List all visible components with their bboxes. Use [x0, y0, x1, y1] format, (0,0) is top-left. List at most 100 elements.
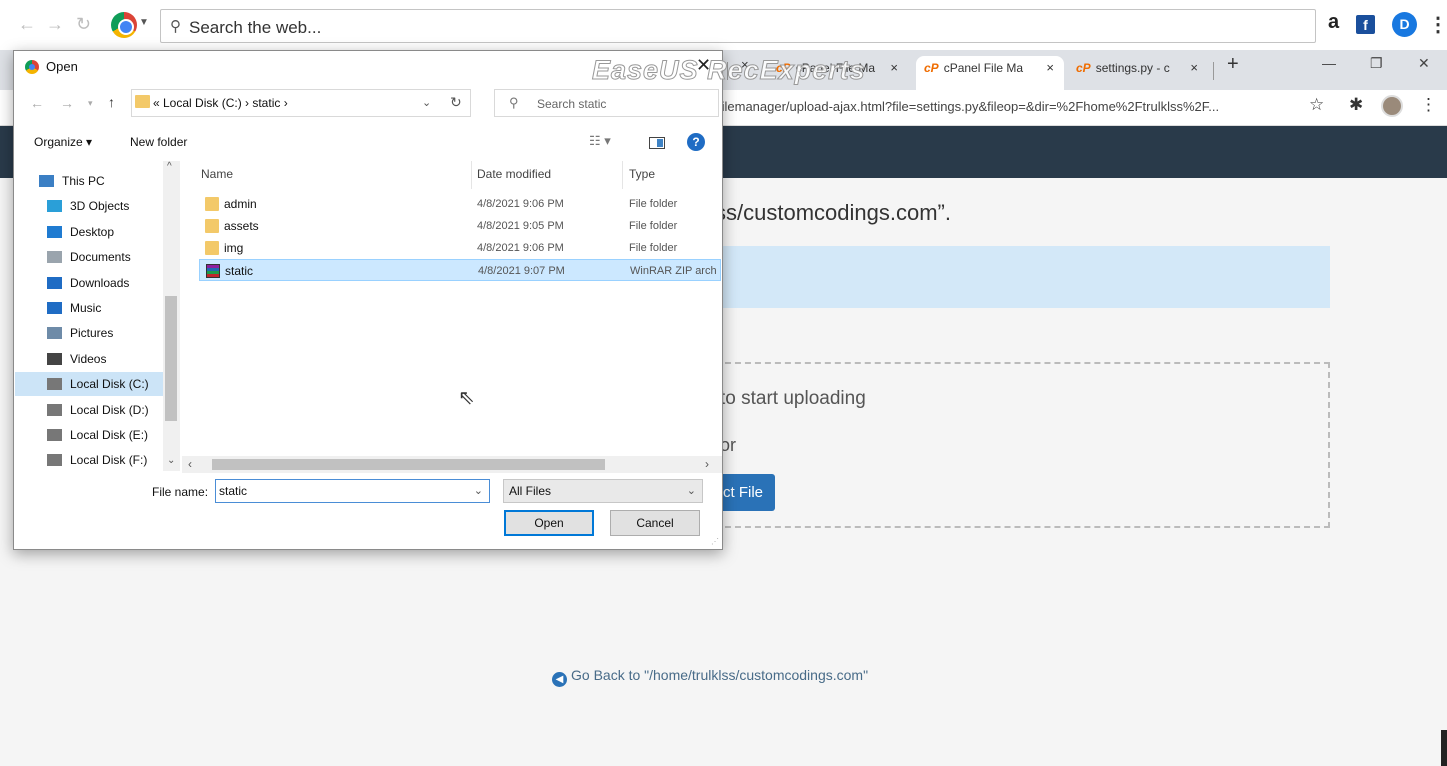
scroll-thumb[interactable]: [165, 296, 177, 421]
up-arrow-icon[interactable]: ↑: [108, 94, 115, 110]
file-type-select[interactable]: All Files ⌄: [503, 479, 703, 503]
file-row[interactable]: assets 4/8/2021 9:05 PM File folder: [199, 215, 721, 237]
desktop-icon: [47, 225, 62, 238]
file-date: 4/8/2021 9:05 PM: [477, 220, 564, 232]
window-close-icon[interactable]: ✕: [1418, 55, 1430, 72]
extensions-puzzle-icon[interactable]: ✱: [1349, 95, 1363, 115]
browser-menu-icon[interactable]: ⋮: [1420, 95, 1437, 115]
recent-chevron-icon[interactable]: ▾: [88, 98, 93, 109]
scroll-thumb[interactable]: [212, 459, 605, 470]
preview-pane-icon[interactable]: [649, 137, 665, 149]
sidebar-item-label: Local Disk (C:): [70, 377, 149, 392]
web-search-box[interactable]: ⚲ Search the web...: [160, 9, 1316, 43]
pictures-icon: [47, 327, 62, 340]
back-arrow-icon[interactable]: ←: [30, 95, 44, 111]
close-icon[interactable]: ×: [1046, 56, 1054, 80]
search-placeholder: Search static: [537, 97, 607, 111]
toolbar-menu-icon[interactable]: ⋮: [1428, 12, 1447, 37]
breadcrumb[interactable]: « Local Disk (C:) › static › ⌄ ↻: [131, 89, 471, 117]
sidebar-item[interactable]: Videos: [15, 347, 163, 371]
chevron-down-icon[interactable]: ⌄: [422, 96, 431, 109]
sidebar-item-label: Videos: [70, 351, 107, 366]
sidebar-item[interactable]: Documents: [15, 245, 163, 269]
scroll-right-icon[interactable]: ›: [705, 457, 709, 471]
sidebar-item[interactable]: This PC: [15, 169, 163, 193]
file-row[interactable]: admin 4/8/2021 9:06 PM File folder: [199, 193, 721, 215]
nav-scrollbar[interactable]: ^ ⌄: [163, 161, 180, 471]
file-name-field[interactable]: static ⌄: [215, 479, 490, 503]
mouse-cursor-icon: ⇖: [458, 387, 475, 409]
address-url[interactable]: filemanager/upload-ajax.html?file=settin…: [718, 99, 1219, 114]
search-input[interactable]: ⚲ Search static: [494, 89, 719, 117]
videos-icon: [47, 352, 62, 365]
sidebar-item[interactable]: Local Disk (D:): [15, 398, 163, 422]
tab-settings[interactable]: cP settings.py - c ×: [1068, 56, 1208, 90]
sidebar-item[interactable]: Local Disk (F:): [15, 448, 163, 472]
winrar-icon: [206, 264, 220, 278]
breadcrumb-path[interactable]: « Local Disk (C:) › static ›: [153, 96, 288, 110]
file-row[interactable]: static 4/8/2021 9:07 PM WinRAR ZIP arch: [199, 259, 721, 281]
chevron-down-icon[interactable]: ⌄: [687, 484, 696, 497]
minimize-icon[interactable]: —: [1322, 55, 1336, 71]
sidebar-item[interactable]: 3D Objects: [15, 194, 163, 218]
music-icon: [47, 302, 62, 314]
dialog-nav-bar: ← → ▾ ↑ « Local Disk (C:) › static › ⌄ ↻…: [14, 83, 722, 123]
horizontal-scrollbar[interactable]: ‹ ›: [182, 456, 722, 473]
column-header-name[interactable]: Name: [201, 167, 233, 181]
folder-icon: [205, 241, 219, 255]
amazon-extension-icon[interactable]: a: [1328, 11, 1339, 34]
tab-label: settings.py - c: [1095, 61, 1170, 75]
sidebar-item[interactable]: Desktop: [15, 220, 163, 244]
forward-arrow-icon[interactable]: →: [60, 95, 74, 111]
open-button[interactable]: Open: [504, 510, 594, 536]
help-icon[interactable]: ?: [687, 133, 705, 151]
sidebar-item[interactable]: Pictures: [15, 321, 163, 345]
sidebar-item[interactable]: Local Disk (E:): [15, 423, 163, 447]
forward-arrow-icon[interactable]: →: [46, 14, 64, 35]
resize-grip-icon[interactable]: ⋰: [711, 537, 719, 546]
cpanel-icon: cP: [1076, 61, 1091, 75]
column-separator[interactable]: [471, 161, 472, 189]
browser-toolbar: ← → ↻ ▼ ⚲ Search the web... a f D ⋮: [0, 0, 1447, 50]
d-extension-icon[interactable]: D: [1392, 12, 1417, 37]
organize-button[interactable]: Organize ▾: [34, 135, 92, 149]
sidebar-item[interactable]: Music: [15, 296, 163, 320]
go-back-link[interactable]: ◀ Go Back to "/home/trulklss/customcoding…: [552, 667, 868, 687]
profile-avatar[interactable]: [1381, 95, 1403, 117]
tab-cpanel-2[interactable]: cP cPanel File Ma ×: [916, 56, 1064, 90]
sidebar-item[interactable]: Downloads: [15, 271, 163, 295]
new-folder-button[interactable]: New folder: [130, 135, 187, 149]
view-options-icon[interactable]: ☷ ▾: [589, 133, 611, 149]
chevron-down-icon[interactable]: ▼: [139, 17, 149, 28]
sidebar-item[interactable]: Local Disk (C:): [15, 372, 163, 397]
file-row[interactable]: img 4/8/2021 9:06 PM File folder: [199, 237, 721, 259]
search-icon: ⚲: [509, 95, 519, 110]
close-icon[interactable]: ×: [1190, 56, 1198, 80]
back-arrow-icon[interactable]: ←: [18, 14, 36, 35]
scroll-left-icon[interactable]: ‹: [188, 457, 192, 471]
upload-heading: ss/customcodings.com”.: [715, 200, 951, 225]
file-date: 4/8/2021 9:07 PM: [478, 265, 565, 277]
new-tab-button[interactable]: +: [1227, 53, 1239, 76]
file-name-value: static: [219, 484, 248, 498]
upload-dropzone[interactable]: [715, 362, 1330, 528]
dialog-toolbar: Organize ▾ New folder ☷ ▾ ?: [14, 131, 722, 155]
scroll-down-icon[interactable]: ⌄: [167, 455, 175, 466]
scroll-up-icon[interactable]: ^: [167, 161, 172, 172]
drive-icon: [47, 429, 62, 441]
sidebar-item-label: Local Disk (E:): [70, 428, 149, 442]
column-header-type[interactable]: Type: [629, 167, 655, 181]
close-icon[interactable]: ×: [890, 56, 898, 80]
chrome-logo-icon[interactable]: [111, 12, 137, 38]
column-header-date[interactable]: Date modified: [477, 167, 551, 181]
refresh-icon[interactable]: ↻: [450, 94, 462, 111]
reload-icon[interactable]: ↻: [76, 14, 91, 35]
column-separator[interactable]: [622, 161, 623, 189]
facebook-extension-icon[interactable]: f: [1356, 15, 1375, 34]
chevron-down-icon[interactable]: ⌄: [474, 484, 483, 497]
bookmark-star-icon[interactable]: ☆: [1309, 95, 1324, 115]
cancel-button[interactable]: Cancel: [610, 510, 700, 536]
restore-icon[interactable]: ❐: [1370, 55, 1383, 72]
navigation-pane: ^ ⌄ This PC 3D Objects Desktop Documents Dow…: [15, 161, 181, 471]
cube-icon: [47, 200, 62, 213]
